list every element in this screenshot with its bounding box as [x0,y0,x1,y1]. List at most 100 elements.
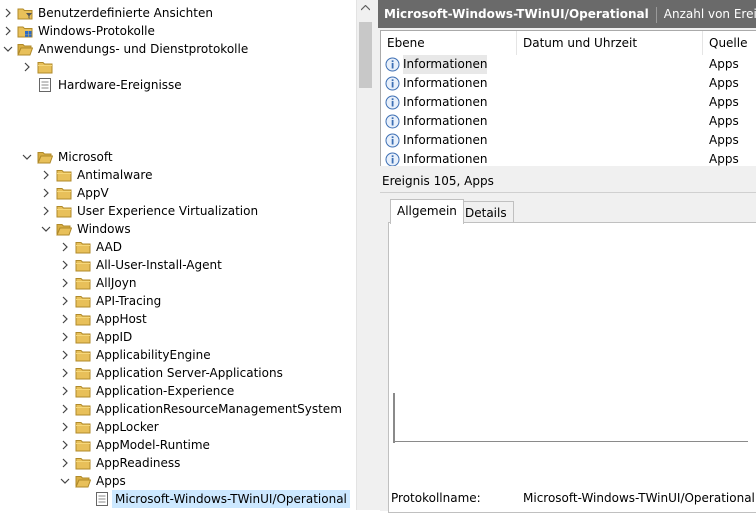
tree-item[interactable]: AAD [0,238,356,256]
chevron-right-icon[interactable] [60,364,70,382]
chevron-right-icon[interactable] [60,292,70,310]
chevron-right-icon[interactable] [60,382,70,400]
scroll-up-icon[interactable] [361,5,370,11]
tree-item[interactable]: Application-Experience [0,382,356,400]
chevron-down-icon[interactable] [41,220,51,238]
tree-item[interactable]: Microsoft-Windows-TWinUI/Operational [0,490,356,508]
scroll-thumb[interactable] [359,22,372,88]
tree-item-label: Windows [77,222,131,236]
description-box-edge [393,393,395,443]
column-header-level[interactable]: Ebene [381,31,517,55]
folder-open-icon [17,41,34,57]
chevron-right-icon[interactable] [22,58,32,76]
folder-icon [75,383,91,399]
table-row[interactable]: Informationen Apps [381,112,756,131]
date-cell [517,93,627,112]
tree-item[interactable]: AppLocker [0,418,356,436]
tree-item[interactable]: AppV [0,184,356,202]
folder-filter-icon [17,5,33,21]
folder-open-icon [56,221,73,237]
table-row[interactable]: Informationen Apps [381,150,756,166]
log-name-value: Microsoft-Windows-TWinUI/Operational [523,491,755,505]
chevron-right-icon[interactable] [60,328,70,346]
tree-item[interactable]: User Experience Virtualization [0,202,356,220]
chevron-right-icon[interactable] [60,346,70,364]
tree-item[interactable]: All-User-Install-Agent [0,256,356,274]
tree-scrollbar[interactable] [356,0,374,510]
tree-item[interactable]: Application Server-Applications [0,364,356,382]
tree-item[interactable] [0,58,356,76]
folder-open-icon [37,149,54,165]
chevron-right-icon[interactable] [41,166,51,184]
chevron-right-icon[interactable] [60,256,70,274]
tab-general[interactable]: Allgemein [390,199,464,224]
log-title: Microsoft-Windows-TWinUI/Operational [384,7,649,21]
info-icon [385,152,400,166]
folder-icon [56,185,72,201]
tree-item[interactable]: AllJoyn [0,274,356,292]
chevron-right-icon[interactable] [60,436,70,454]
tree-item[interactable]: AppReadiness [0,454,356,472]
chevron-right-icon[interactable] [60,238,70,256]
tree-item[interactable]: Windows-Protokolle [0,22,356,40]
chevron-right-icon[interactable] [3,4,13,22]
tree-item[interactable]: Microsoft [0,148,356,166]
column-header-source[interactable]: Quelle [703,31,756,55]
tree-item[interactable]: ApplicabilityEngine [0,346,356,364]
tree-item-label: Windows-Protokolle [38,24,155,38]
tree-item-label: Apps [96,474,126,488]
folder-icon [37,59,53,75]
chevron-down-icon[interactable] [3,40,13,58]
event-count: Anzahl von Ereignissen: 3 [663,7,756,21]
tree-item[interactable]: Anwendungs- und Dienstprotokolle [0,40,356,58]
tree-item-label: Microsoft-Windows-TWinUI/Operational [112,490,350,508]
column-header-date[interactable]: Datum und Uhrzeit [517,31,703,55]
folder-icon [75,257,91,273]
tree-item-label: AllJoyn [96,276,137,290]
chevron-down-icon[interactable] [60,472,70,490]
tree-item[interactable]: Hardware-Ereignisse [0,76,356,94]
tree-item-label: AppHost [96,312,147,326]
description-box-bottom [393,441,748,442]
tree-item-label: API-Tracing [96,294,162,308]
source-cell: Apps [709,114,739,128]
chevron-right-icon[interactable] [60,310,70,328]
info-icon [385,95,400,110]
tree-item[interactable]: AppHost [0,310,356,328]
tree-item[interactable]: AppID [0,328,356,346]
tree-item[interactable]: AppModel-Runtime [0,436,356,454]
date-cell [517,55,627,74]
chevron-right-icon[interactable] [60,400,70,418]
table-row[interactable]: Informationen Apps [381,74,756,93]
tree-item-label: Application-Experience [96,384,235,398]
tree-item[interactable]: API-Tracing [0,292,356,310]
chevron-right-icon[interactable] [60,418,70,436]
chevron-right-icon[interactable] [41,202,51,220]
log-title-bar: Microsoft-Windows-TWinUI/Operational Anza… [378,0,756,28]
tree-item-label: All-User-Install-Agent [96,258,222,272]
tree-item[interactable]: Apps [0,472,356,490]
tree-item-label: Hardware-Ereignisse [58,78,182,92]
folder-icon [75,419,91,435]
chevron-right-icon[interactable] [3,22,13,40]
info-icon [385,114,400,129]
tab-details[interactable]: Details [458,201,514,224]
tree-item[interactable]: ApplicationResourceManagementSystem [0,400,356,418]
chevron-down-icon[interactable] [22,148,32,166]
date-cell [517,112,627,131]
chevron-right-icon[interactable] [60,454,70,472]
horizontal-splitter[interactable] [378,166,756,170]
tree-item-label: AppID [96,330,133,344]
table-row[interactable]: Informationen Apps [381,93,756,112]
tree-item[interactable]: Benutzerdefinierte Ansichten [0,4,356,22]
title-separator [655,6,657,23]
tree-item-label: User Experience Virtualization [77,204,259,218]
tree-item[interactable]: Windows [0,220,356,238]
table-row[interactable]: Informationen Apps [381,55,756,74]
chevron-right-icon[interactable] [41,184,51,202]
event-detail-header: Ereignis 105, Apps [382,174,494,188]
folder-icon [75,329,91,345]
tree-item[interactable]: Antimalware [0,166,356,184]
chevron-right-icon[interactable] [60,274,70,292]
table-row[interactable]: Informationen Apps [381,131,756,150]
